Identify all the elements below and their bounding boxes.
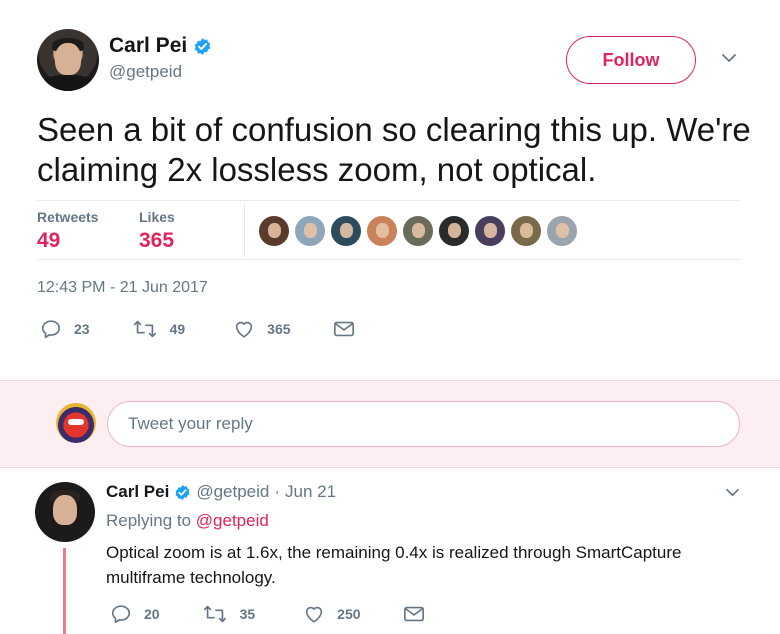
reply-author-avatar[interactable] <box>35 482 95 542</box>
author-name-row: Carl Pei <box>109 34 212 58</box>
likes-label: Likes <box>139 209 175 225</box>
reply-action[interactable]: 23 <box>40 318 90 340</box>
direct-message-action[interactable] <box>403 604 425 624</box>
author-handle[interactable]: @getpeid <box>109 62 182 82</box>
reply-icon <box>111 605 131 624</box>
reply-tweet: Carl Pei @getpeid · Jun 21 Replying to @… <box>0 468 780 634</box>
retweets-count: 49 <box>37 229 61 252</box>
reply-count: 23 <box>74 321 90 337</box>
reply-input[interactable]: Tweet your reply <box>107 401 740 447</box>
like-action[interactable]: 365 <box>233 318 291 340</box>
reply-composer: Tweet your reply <box>0 380 780 468</box>
heart-icon <box>305 606 323 623</box>
liker-avatar[interactable] <box>474 215 506 247</box>
divider <box>37 200 740 201</box>
reply-date[interactable]: Jun 21 <box>285 482 336 502</box>
separator: · <box>274 482 281 501</box>
reply-actions: 20 35 250 <box>110 603 425 625</box>
likes-count: 365 <box>139 229 175 252</box>
liker-avatar[interactable] <box>438 215 470 247</box>
tweet-timestamp[interactable]: 12:43 PM - 21 Jun 2017 <box>37 279 208 297</box>
verified-badge-icon <box>194 37 211 55</box>
tweet-actions: 23 49 365 <box>40 318 355 340</box>
like-action[interactable]: 250 <box>303 603 361 625</box>
retweets-stat[interactable]: Retweets 49 <box>37 209 98 253</box>
retweet-action[interactable]: 49 <box>132 318 186 340</box>
reply-count: 20 <box>144 606 160 622</box>
liker-avatar[interactable] <box>366 215 398 247</box>
liker-avatar[interactable] <box>510 215 542 247</box>
chevron-down-icon[interactable] <box>725 487 740 498</box>
divider <box>244 203 245 257</box>
chevron-down-icon[interactable] <box>721 52 737 64</box>
reply-header: Carl Pei @getpeid · Jun 21 <box>106 482 336 502</box>
liker-avatar[interactable] <box>402 215 434 247</box>
divider <box>37 259 740 260</box>
likes-stat[interactable]: Likes 365 <box>139 209 175 253</box>
liker-avatar[interactable] <box>330 215 362 247</box>
author-avatar[interactable] <box>37 29 99 91</box>
liker-avatar[interactable] <box>258 215 290 247</box>
current-user-avatar[interactable] <box>56 403 96 443</box>
follow-button[interactable]: Follow <box>566 36 696 84</box>
retweet-count: 49 <box>169 321 186 337</box>
retweets-label: Retweets <box>37 209 99 225</box>
reply-icon <box>41 320 61 339</box>
reply-action[interactable]: 20 <box>110 603 160 625</box>
like-count: 250 <box>337 606 361 622</box>
reply-text: Optical zoom is at 1.6x, the remaining 0… <box>106 543 682 587</box>
liker-avatar[interactable] <box>546 215 578 247</box>
tweet-text: Seen a bit of confusion so clearing this… <box>37 111 751 188</box>
replying-to: Replying to @getpeid <box>106 511 269 531</box>
main-tweet: Carl Pei @getpeid Follow Seen a bit of c… <box>0 0 780 380</box>
reply-author-handle[interactable]: @getpeid <box>196 482 269 502</box>
liker-avatar[interactable] <box>294 215 326 247</box>
verified-badge-icon <box>175 484 190 500</box>
thread-line <box>63 548 66 634</box>
like-count: 365 <box>267 321 291 337</box>
author-display-name[interactable]: Carl Pei <box>109 34 187 58</box>
replying-to-label: Replying to <box>106 511 192 530</box>
retweet-count: 35 <box>239 606 256 622</box>
retweet-icon <box>203 605 226 623</box>
reply-author-name[interactable]: Carl Pei <box>106 482 169 502</box>
likers-avatars <box>258 215 578 247</box>
envelope-icon <box>403 606 424 622</box>
retweet-icon <box>133 320 156 338</box>
envelope-icon <box>333 321 354 337</box>
replying-to-mention[interactable]: @getpeid <box>196 511 269 530</box>
retweet-action[interactable]: 35 <box>202 603 256 625</box>
heart-icon <box>235 321 253 338</box>
direct-message-action[interactable] <box>333 319 355 339</box>
